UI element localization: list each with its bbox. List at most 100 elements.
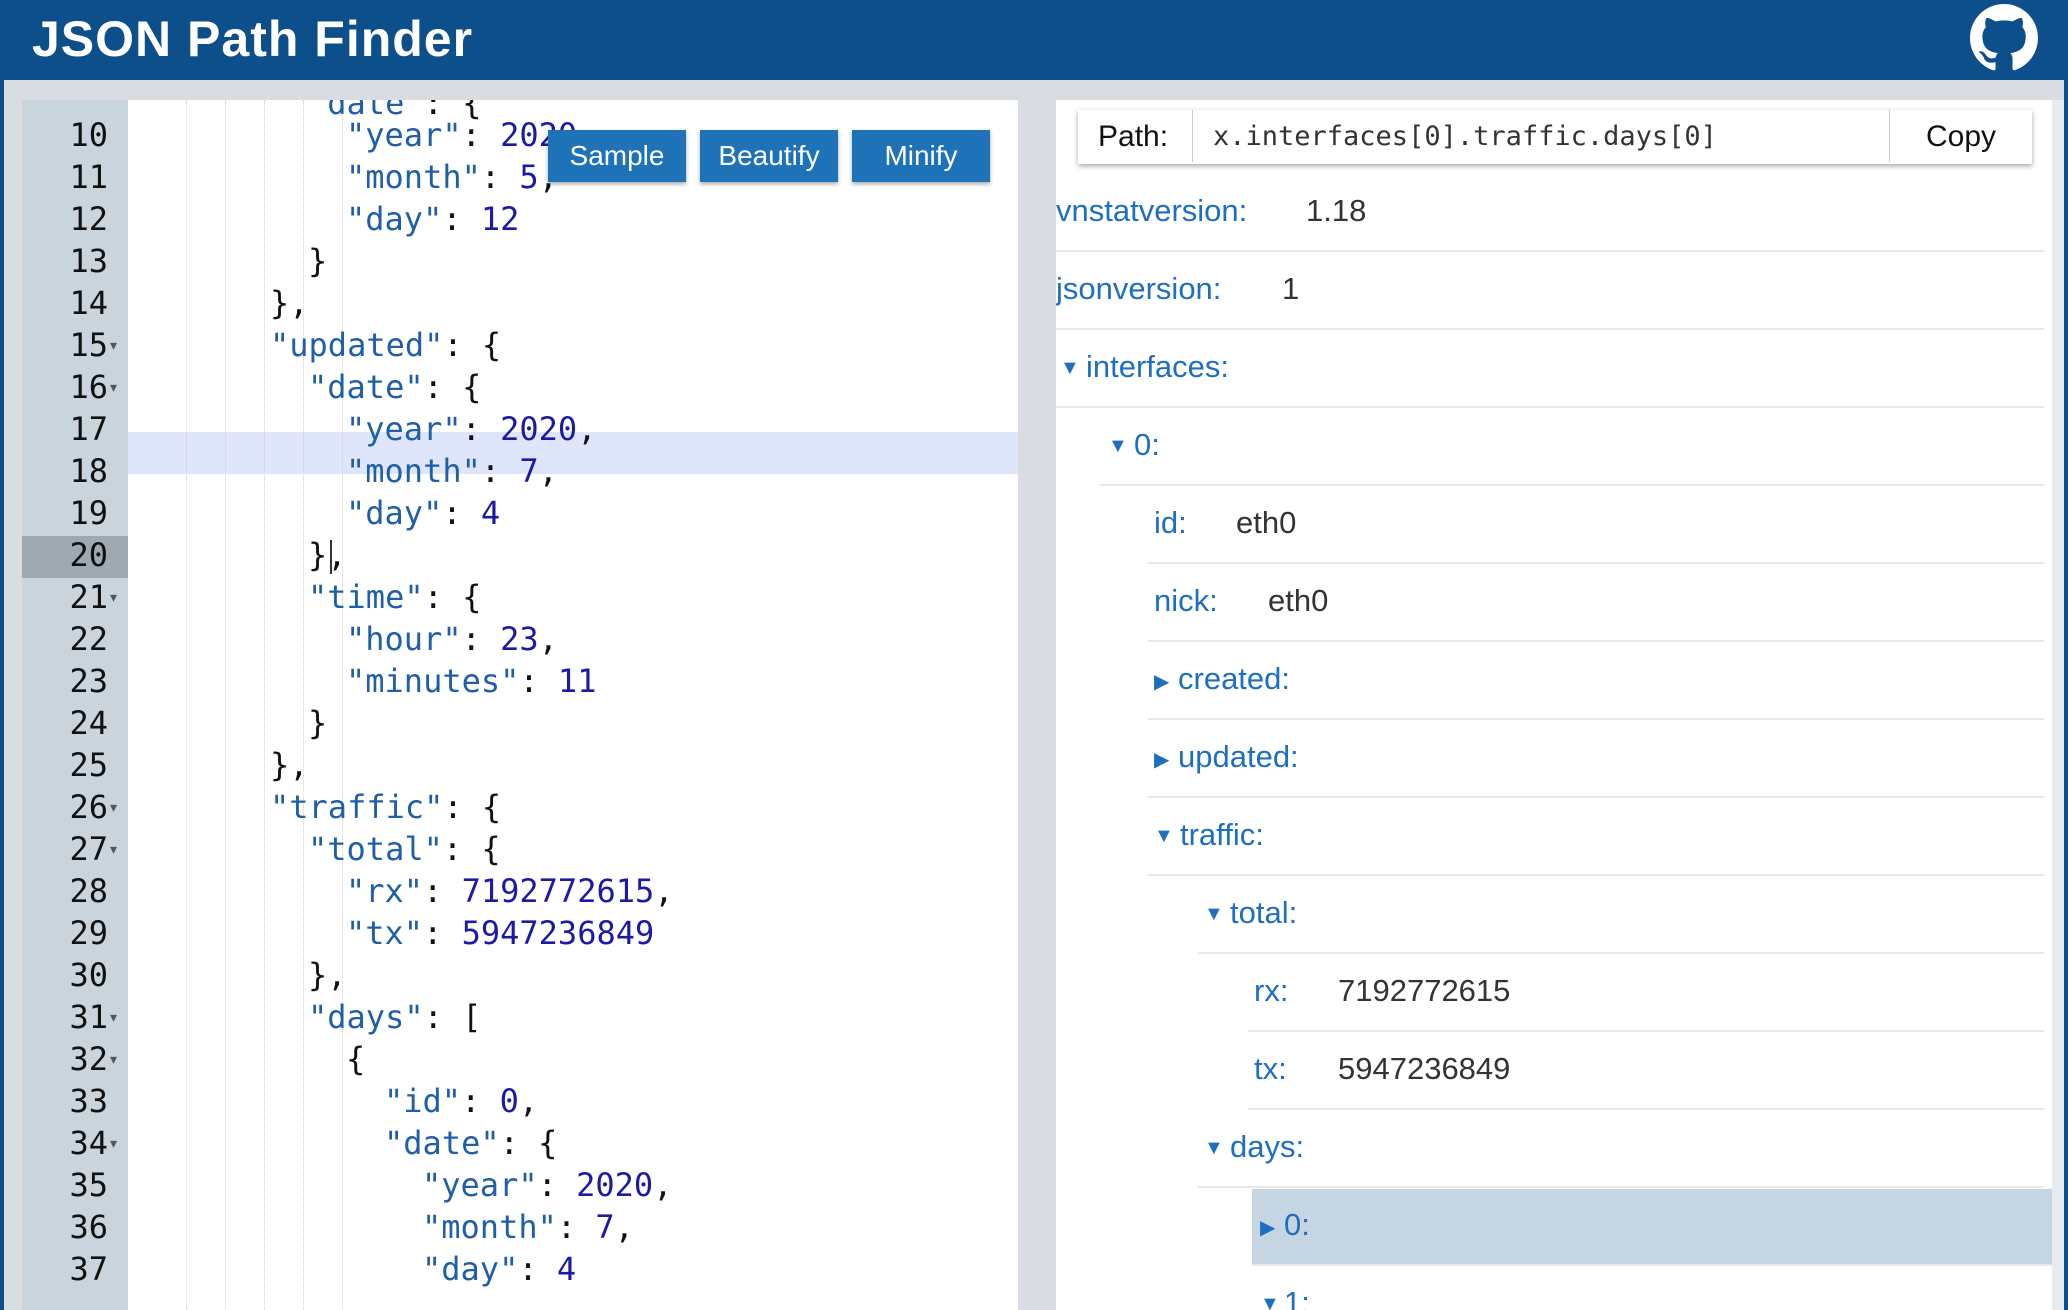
caret-down-icon[interactable]: ▼ bbox=[1154, 825, 1174, 848]
line-number: 23 bbox=[69, 662, 108, 700]
caret-down-icon[interactable]: ▼ bbox=[1204, 903, 1224, 926]
code-line: "month": 7, bbox=[346, 452, 558, 490]
line-number: 13 bbox=[69, 242, 108, 280]
tree-row-tx[interactable]: tx: 5947236849 bbox=[1248, 1033, 2044, 1110]
code-line: "month": 5, bbox=[346, 158, 558, 196]
tree-value: eth0 bbox=[1236, 505, 1297, 540]
json-editor[interactable]: "date": { "year": 2020, "month": 5, "day… bbox=[22, 100, 1018, 1310]
fold-toggle-icon[interactable]: ▾ bbox=[110, 800, 117, 816]
tree-row-days[interactable]: ▼ days: bbox=[1198, 1111, 2044, 1188]
main-content: "date": { "year": 2020, "month": 5, "day… bbox=[4, 80, 2064, 1310]
tree-row-day-1[interactable]: ▼ 1: bbox=[1252, 1267, 2052, 1310]
fold-toggle-icon[interactable]: ▾ bbox=[110, 590, 117, 606]
tree-value: eth0 bbox=[1268, 583, 1329, 618]
caret-down-icon[interactable]: ▼ bbox=[1204, 1137, 1224, 1160]
caret-right-icon[interactable]: ▶ bbox=[1154, 747, 1169, 772]
caret-down-icon[interactable]: ▼ bbox=[1108, 435, 1128, 458]
line-number: 14 bbox=[69, 284, 108, 322]
line-number: 34 bbox=[69, 1124, 108, 1162]
path-field[interactable]: x.interfaces[0].traffic.days[0] bbox=[1192, 110, 1890, 162]
scrollbar[interactable] bbox=[2052, 100, 2064, 1310]
line-number: 18 bbox=[69, 452, 108, 490]
indent-guide bbox=[264, 100, 265, 1310]
tree-value: 1 bbox=[1282, 271, 1300, 306]
line-number: 20 bbox=[22, 536, 128, 578]
tree-key: traffic: bbox=[1180, 817, 1264, 852]
caret-right-icon[interactable]: ▶ bbox=[1154, 669, 1169, 694]
code-line: "year": 2020, bbox=[422, 1166, 673, 1204]
code-line: }, bbox=[270, 284, 309, 322]
sample-button[interactable]: Sample bbox=[548, 130, 686, 182]
line-number: 27 bbox=[69, 830, 108, 868]
tree-row-interface-0[interactable]: ▼ 0: bbox=[1100, 409, 2044, 486]
line-number: 29 bbox=[69, 914, 108, 952]
caret-right-icon[interactable]: ▶ bbox=[1260, 1215, 1275, 1240]
code-line: "tx": 5947236849 bbox=[346, 914, 655, 952]
code-line: }, bbox=[308, 956, 347, 994]
code-line: "date": { bbox=[308, 368, 482, 406]
code-line: "time": { bbox=[308, 578, 482, 616]
fold-toggle-icon[interactable]: ▾ bbox=[110, 338, 117, 354]
json-tree-panel: Path: x.interfaces[0].traffic.days[0] Co… bbox=[1056, 100, 2052, 1310]
line-number: 31 bbox=[69, 998, 108, 1036]
code-line: "hour": 23, bbox=[346, 620, 558, 658]
line-number: 30 bbox=[69, 956, 108, 994]
tree-key: vnstatversion: bbox=[1056, 193, 1248, 228]
app-title: JSON Path Finder bbox=[32, 11, 474, 67]
tree-key: nick: bbox=[1154, 583, 1218, 618]
tree-row-id[interactable]: id: eth0 bbox=[1148, 487, 2044, 564]
code-line: "days": [ bbox=[308, 998, 482, 1036]
code-line: "year": 2020, bbox=[346, 410, 597, 448]
indent-guide bbox=[186, 100, 187, 1310]
tree-key: 1: bbox=[1284, 1285, 1310, 1310]
header-bar: JSON Path Finder bbox=[0, 0, 2068, 80]
line-number: 22 bbox=[69, 620, 108, 658]
copy-button[interactable]: Copy bbox=[1890, 110, 2032, 164]
path-label: Path: bbox=[1098, 120, 1169, 153]
code-line: } bbox=[308, 704, 328, 742]
code-line: }, bbox=[270, 746, 309, 784]
tree-row-updated[interactable]: ▶ updated: bbox=[1148, 721, 2044, 798]
tree-row-nick[interactable]: nick: eth0 bbox=[1148, 565, 2044, 642]
fold-toggle-icon[interactable]: ▾ bbox=[110, 380, 117, 396]
tree-key: 0: bbox=[1134, 427, 1160, 462]
tree-row-created[interactable]: ▶ created: bbox=[1148, 643, 2044, 720]
tree-key: id: bbox=[1154, 505, 1187, 540]
tree-row-total[interactable]: ▼ total: bbox=[1198, 877, 2044, 954]
tree-row-day-0[interactable]: ▶ 0: bbox=[1252, 1189, 2052, 1266]
tree-row-jsonversion[interactable]: jsonversion: 1 bbox=[1056, 253, 2044, 330]
line-number: 33 bbox=[69, 1082, 108, 1120]
github-icon[interactable] bbox=[1970, 4, 2038, 72]
line-number: 32 bbox=[69, 1040, 108, 1078]
tree-row-traffic[interactable]: ▼ traffic: bbox=[1148, 799, 2044, 876]
minify-button[interactable]: Minify bbox=[852, 130, 990, 182]
tree-row-vnstatversion[interactable]: vnstatversion: 1.18 bbox=[1056, 175, 2044, 252]
code-line: } bbox=[308, 242, 328, 280]
caret-down-icon[interactable]: ▼ bbox=[1060, 357, 1080, 380]
code-line: "date": { bbox=[384, 1124, 558, 1162]
line-number: 12 bbox=[69, 200, 108, 238]
code-line: "day": 4 bbox=[422, 1250, 577, 1288]
path-bar: Path: x.interfaces[0].traffic.days[0] Co… bbox=[1078, 110, 2032, 164]
line-number: 37 bbox=[69, 1250, 108, 1288]
fold-toggle-icon[interactable]: ▾ bbox=[110, 842, 117, 858]
tree-row-interfaces[interactable]: ▼ interfaces: bbox=[1056, 331, 2044, 408]
fold-toggle-icon[interactable]: ▾ bbox=[110, 1136, 117, 1152]
tree-row-rx[interactable]: rx: 7192772615 bbox=[1248, 955, 2044, 1032]
tree-key: 0: bbox=[1284, 1207, 1310, 1242]
fold-toggle-icon[interactable]: ▾ bbox=[110, 1010, 117, 1026]
code-line: "updated": { bbox=[270, 326, 502, 364]
line-number: 25 bbox=[69, 746, 108, 784]
tree-key: jsonversion: bbox=[1056, 271, 1222, 306]
code-line: "id": 0, bbox=[384, 1082, 539, 1120]
tree-key: days: bbox=[1230, 1129, 1305, 1164]
line-number: 11 bbox=[69, 158, 108, 196]
line-number: 35 bbox=[69, 1166, 108, 1204]
caret-down-icon[interactable]: ▼ bbox=[1260, 1293, 1280, 1310]
beautify-button[interactable]: Beautify bbox=[700, 130, 838, 182]
line-number: 19 bbox=[69, 494, 108, 532]
fold-toggle-icon[interactable]: ▾ bbox=[110, 1052, 117, 1068]
indent-guide bbox=[342, 100, 343, 1310]
indent-guide bbox=[303, 100, 304, 1310]
line-number: 10 bbox=[69, 116, 108, 154]
